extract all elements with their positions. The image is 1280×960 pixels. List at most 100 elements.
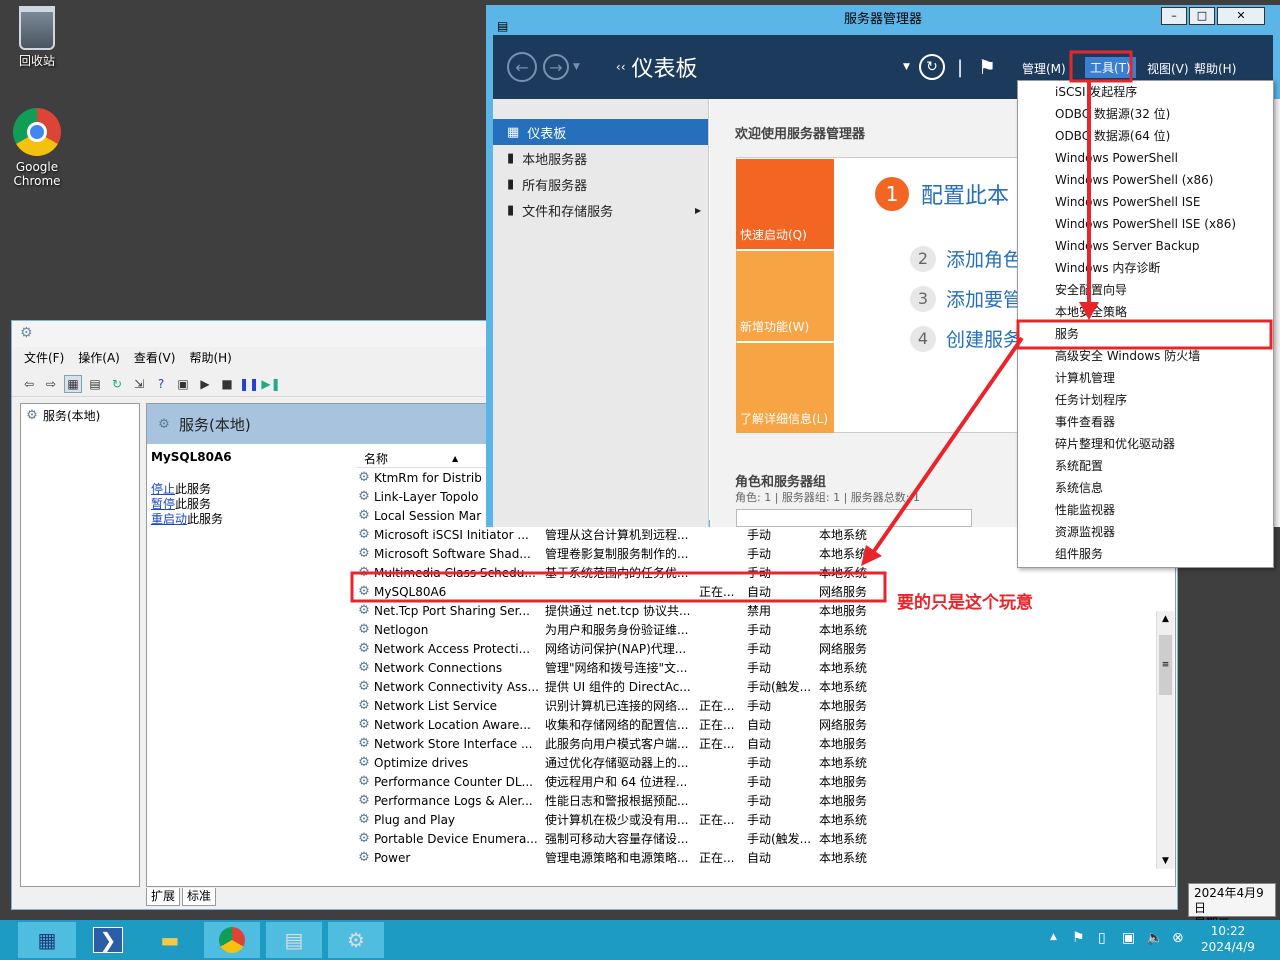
tools-menu-item[interactable]: 资源监视器 xyxy=(1018,521,1273,543)
tools-menu-item[interactable]: Windows 内存诊断 xyxy=(1018,257,1273,279)
stop-service-link[interactable]: 停止 xyxy=(151,482,175,496)
menu-view[interactable]: 视图(V) xyxy=(1147,60,1189,77)
breadcrumb-dropdown-icon[interactable]: ▼ xyxy=(903,62,910,72)
close-button[interactable]: ✕ xyxy=(1217,7,1265,25)
back-icon[interactable]: ⇦ xyxy=(20,375,38,393)
properties-icon[interactable]: ▣ xyxy=(174,375,192,393)
clock[interactable]: 10:22 2024/4/9 xyxy=(1196,923,1260,955)
sidebar-item-local-server[interactable]: ▮ 本地服务器 xyxy=(493,145,708,171)
maximize-button[interactable]: □ xyxy=(1189,7,1215,25)
table-row[interactable]: ⚙ Network Location Aware... 收集和存储网络的配置信...… xyxy=(357,715,1157,734)
sidebar-item-all-servers[interactable]: ▮ 所有服务器 xyxy=(493,171,708,197)
tools-menu-item[interactable]: 高级安全 Windows 防火墙 xyxy=(1018,345,1273,367)
stop-icon[interactable]: ■ xyxy=(218,375,236,393)
restart-icon[interactable]: ▶❚ xyxy=(261,375,280,393)
tools-menu-item[interactable]: 计算机管理 xyxy=(1018,367,1273,389)
restart-service-link[interactable]: 重启动 xyxy=(151,512,187,526)
chrome-taskbar-button[interactable] xyxy=(204,922,260,958)
forward-icon[interactable]: ⇨ xyxy=(42,375,60,393)
powershell-button[interactable]: ❯ xyxy=(80,922,136,958)
console-tree-icon[interactable]: ▦ xyxy=(64,374,82,393)
server-manager-titlebar[interactable]: ▤ 服务器管理器 – □ ✕ xyxy=(493,5,1273,35)
step-4[interactable]: 4 创建服务 xyxy=(910,325,1022,352)
menu-file[interactable]: 文件(F) xyxy=(24,347,64,369)
step-2[interactable]: 2 添加角色 xyxy=(910,245,1022,272)
tools-menu-item[interactable]: 系统信息 xyxy=(1018,477,1273,499)
minimize-button[interactable]: – xyxy=(1161,7,1187,25)
refresh-icon[interactable]: ↻ xyxy=(108,375,126,393)
sidebar-item-file-storage[interactable]: ▮ 文件和存储服务 ▶ xyxy=(493,197,708,223)
table-row[interactable]: ⚙ Network Connections 管理"网络和拨号连接"文... 手动 本地系… xyxy=(357,658,1157,677)
step-3[interactable]: 3 添加要管 xyxy=(910,285,1022,312)
table-row[interactable]: ⚙ Power 管理电源策略和电源策略... 正在... 自动 本地系统 xyxy=(357,848,1157,867)
menu-help[interactable]: 帮助(H) xyxy=(1194,60,1236,77)
pause-service-link[interactable]: 暂停 xyxy=(151,497,175,511)
tree-node-services-local[interactable]: ⚙ 服务(本地) xyxy=(21,404,139,427)
menu-help[interactable]: 帮助(H) xyxy=(189,347,231,369)
tools-menu-item[interactable]: Windows Server Backup xyxy=(1018,235,1273,257)
tools-menu-item[interactable]: 事件查看器 xyxy=(1018,411,1273,433)
tools-menu-item[interactable]: 碎片整理和优化驱动器 xyxy=(1018,433,1273,455)
expand-arrow-icon[interactable]: ▶ xyxy=(695,206,701,215)
tile-whats-new[interactable]: 新增功能(W) xyxy=(736,251,834,341)
table-row[interactable]: ⚙ Network List Service 识别计算机已连接的网络... 正在...… xyxy=(357,696,1157,715)
tools-menu-item[interactable]: ODBC 数据源(32 位) xyxy=(1018,103,1273,125)
export-icon[interactable]: ▤ xyxy=(86,375,104,393)
scroll-down-icon[interactable]: ▼ xyxy=(1157,853,1174,869)
tools-menu-item[interactable]: 服务 xyxy=(1018,323,1273,345)
table-row[interactable]: ⚙ Network Access Protecti... 网络访问保护(NAP)代理… xyxy=(357,639,1157,658)
scroll-thumb[interactable]: ≡ xyxy=(1159,635,1172,695)
tab-standard[interactable]: 标准 xyxy=(182,888,217,906)
tools-menu-item[interactable]: iSCSI 发起程序 xyxy=(1018,81,1273,103)
tile-quick-start[interactable]: 快速启动(Q) xyxy=(736,159,834,249)
menu-tools[interactable]: 工具(T) xyxy=(1085,57,1136,78)
table-row[interactable]: ⚙ Portable Device Enumera... 强制可移动大容量存储设..… xyxy=(357,829,1157,848)
table-row[interactable]: ⚙ Performance Counter DL... 使远程用户和 64 位进程.… xyxy=(357,772,1157,791)
tile-learn-more[interactable]: 了解详细信息(L) xyxy=(736,343,834,433)
menu-action[interactable]: 操作(A) xyxy=(78,347,120,369)
tray-flag-icon[interactable]: ⚑ xyxy=(1072,930,1085,946)
tools-menu-item[interactable]: 任务计划程序 xyxy=(1018,389,1273,411)
services-taskbar-button[interactable]: ⚙ xyxy=(328,922,384,958)
table-row[interactable]: ⚙ Performance Logs & Aler... 性能日志和警报根据预配..… xyxy=(357,791,1157,810)
tab-extended[interactable]: 扩展 xyxy=(146,888,181,906)
server-manager-taskbar-button[interactable]: ▤ xyxy=(266,922,322,958)
sidebar-item-dashboard[interactable]: ▦ 仪表板 xyxy=(493,119,708,145)
explorer-button[interactable]: ▬ xyxy=(142,922,198,958)
tools-menu-item[interactable]: 组件服务 xyxy=(1018,543,1273,565)
recycle-bin[interactable]: 回收站 xyxy=(2,6,72,68)
table-row[interactable]: ⚙ Network Store Interface ... 此服务向用户模式客户端.… xyxy=(357,734,1157,753)
start-icon[interactable]: ▶ xyxy=(196,375,214,393)
table-row[interactable]: ⚙ Network Connectivity Ass... 提供 UI 组件的 Di… xyxy=(357,677,1157,696)
step-1[interactable]: 1 配置此本 xyxy=(875,177,1009,211)
tools-menu-item[interactable]: Windows PowerShell ISE (x86) xyxy=(1018,213,1273,235)
table-row[interactable]: ⚙ MySQL80A6 正在... 自动 网络服务 xyxy=(357,582,1157,601)
table-row[interactable]: ⚙ Net.Tcp Port Sharing Ser... 提供通过 net.tcp… xyxy=(357,601,1157,620)
tray-network-icon[interactable]: ▣ xyxy=(1122,930,1135,946)
tools-menu-item[interactable]: Windows PowerShell (x86) xyxy=(1018,169,1273,191)
tray-close-icon[interactable]: ⊗ xyxy=(1172,930,1184,946)
tools-menu-item[interactable]: ODBC 数据源(64 位) xyxy=(1018,125,1273,147)
start-button[interactable]: ▦ xyxy=(18,922,76,958)
tools-menu-item[interactable]: 安全配置向导 xyxy=(1018,279,1273,301)
tray-battery-icon[interactable]: ▯ xyxy=(1098,930,1106,946)
nav-dropdown-icon[interactable]: ▼ xyxy=(573,62,580,72)
tools-menu-item[interactable]: 性能监视器 xyxy=(1018,499,1273,521)
menu-manage[interactable]: 管理(M) xyxy=(1022,60,1066,77)
export-list-icon[interactable]: ⇲ xyxy=(130,375,148,393)
tools-menu-item[interactable]: 系统配置 xyxy=(1018,455,1273,477)
forward-arrow-icon[interactable]: → xyxy=(543,54,569,80)
help-icon[interactable]: ? xyxy=(152,375,170,393)
tools-menu-item[interactable]: Windows PowerShell ISE xyxy=(1018,191,1273,213)
tools-menu-item[interactable]: Windows PowerShell xyxy=(1018,147,1273,169)
table-row[interactable]: ⚙ Netlogon 为用户和服务身份验证维... 手动 本地系统 xyxy=(357,620,1157,639)
refresh-icon[interactable]: ↻ xyxy=(919,54,945,80)
table-row[interactable]: ⚙ Plug and Play 使计算机在极少或没有用... 正在... 手动 本地系统 xyxy=(357,810,1157,829)
tray-expand-icon[interactable]: ▲ xyxy=(1050,932,1057,942)
chrome-shortcut[interactable]: Google Chrome xyxy=(2,108,72,188)
table-row[interactable]: ⚙ Optimize drives 通过优化存储驱动器上的... 手动 本地系统 xyxy=(357,753,1157,772)
vertical-scrollbar[interactable]: ▲ ≡ ▼ xyxy=(1156,611,1174,869)
scroll-up-icon[interactable]: ▲ xyxy=(1157,611,1174,627)
back-arrow-icon[interactable]: ← xyxy=(507,52,537,82)
notification-flag-icon[interactable]: ⚑ xyxy=(978,55,996,79)
